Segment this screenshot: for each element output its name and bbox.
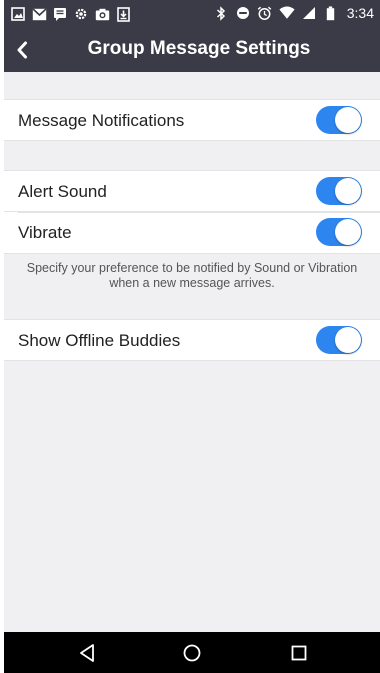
title-bar: Group Message Settings [4, 28, 380, 72]
row-divider [18, 212, 380, 213]
wifi-icon [279, 5, 295, 21]
nav-recents-button[interactable] [288, 642, 310, 664]
vibrate-toggle[interactable] [316, 218, 362, 246]
toggle-knob [335, 327, 361, 353]
back-triangle-icon [80, 644, 94, 662]
message-notifications-row: Message Notifications [4, 99, 380, 141]
camera-icon [94, 6, 110, 22]
message-icon [52, 6, 68, 22]
toggle-knob [335, 219, 361, 245]
toggle-knob [335, 107, 361, 133]
toggle-knob [335, 178, 361, 204]
download-icon [115, 6, 131, 22]
do-not-disturb-icon [235, 5, 251, 21]
page-title: Group Message Settings [87, 38, 311, 59]
status-time: 3:34 [346, 5, 374, 21]
notification-hint: Specify your preference to be notified b… [26, 261, 358, 290]
image-icon [10, 6, 26, 22]
nav-back-button[interactable] [76, 642, 98, 664]
alert-sound-row: Alert Sound [4, 170, 380, 212]
screen: 3:34 Group Message Settings Message Noti… [4, 0, 380, 673]
battery-icon [323, 5, 339, 21]
message-notifications-label: Message Notifications [18, 111, 185, 130]
recents-square-icon [291, 645, 307, 661]
navigation-bar [4, 632, 380, 673]
bluetooth-icon [213, 5, 229, 21]
nav-home-button[interactable] [181, 642, 203, 664]
settings-icon [73, 6, 89, 22]
vibrate-row: Vibrate [4, 212, 380, 254]
show-offline-buddies-toggle[interactable] [316, 326, 362, 354]
mail-icon [31, 6, 47, 22]
status-bar: 3:34 [4, 0, 380, 28]
alarm-icon [257, 5, 273, 21]
device-frame: 3:34 Group Message Settings Message Noti… [0, 0, 380, 673]
home-circle-icon [183, 644, 201, 662]
alert-sound-toggle[interactable] [316, 177, 362, 205]
system-icons: 3:34 [213, 5, 374, 21]
show-offline-buddies-label: Show Offline Buddies [18, 331, 181, 350]
alert-sound-label: Alert Sound [18, 182, 107, 201]
message-notifications-toggle[interactable] [316, 106, 362, 134]
vibrate-label: Vibrate [18, 223, 72, 242]
notification-icons [10, 6, 131, 22]
signal-icon [301, 5, 317, 21]
show-offline-buddies-row: Show Offline Buddies [4, 319, 380, 361]
